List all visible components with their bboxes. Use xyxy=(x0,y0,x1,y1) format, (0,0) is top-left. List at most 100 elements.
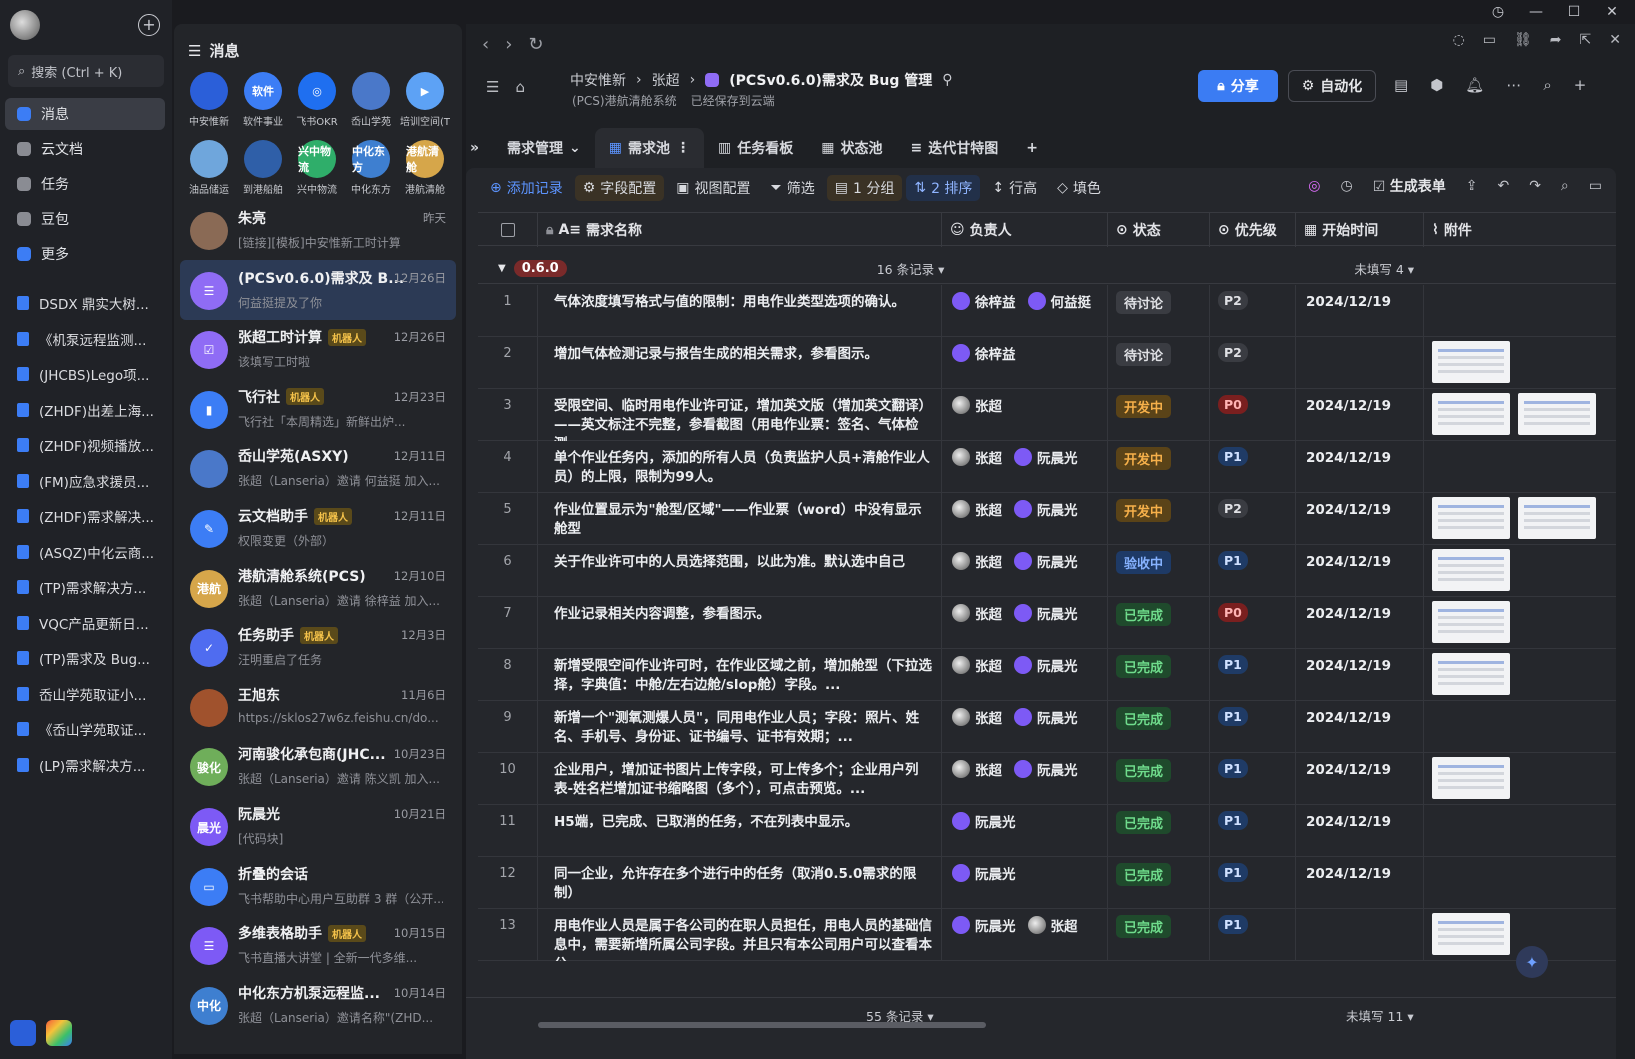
cell-priority[interactable]: P1 xyxy=(1210,753,1296,805)
conversation-item[interactable]: 晨光 阮晨光 10月21日 [代码块] xyxy=(180,796,456,856)
conversation-item[interactable]: ✓ 任务助手 机器人 12月3日 汪明重启了任务 xyxy=(180,617,456,677)
cell-attachment[interactable] xyxy=(1424,649,1616,701)
cell-start-date[interactable] xyxy=(1296,337,1424,389)
person-tag[interactable]: 张超 xyxy=(952,447,1002,467)
cell-start-date[interactable]: 2024/12/19 xyxy=(1296,857,1424,909)
person-tag[interactable]: 阮晨光 xyxy=(952,811,1016,831)
form-button[interactable]: ☑ 生成表单 xyxy=(1373,176,1446,196)
comment-icon[interactable]: ▭ xyxy=(1589,178,1602,194)
app-shortcut[interactable]: ▶ 培训空间(T xyxy=(398,72,452,128)
cell-start-date[interactable]: 2024/12/19 xyxy=(1296,389,1424,441)
app-icon[interactable] xyxy=(46,1020,72,1046)
comment-icon[interactable]: ◌ xyxy=(1453,32,1465,48)
horizontal-scrollbar[interactable] xyxy=(538,1022,986,1028)
cell-name[interactable]: 关于作业许可中的人员选择范围，以此为准。默认选中自己 xyxy=(538,545,942,597)
cell-priority[interactable]: P0 xyxy=(1210,597,1296,649)
cell-start-date[interactable]: 2024/12/19 xyxy=(1296,753,1424,805)
cell-owner[interactable]: 张超 阮晨光 xyxy=(942,545,1108,597)
conversation-item[interactable]: 岙山学苑(ASXY) 12月11日 张超（Lanseria）邀请 何益挺 加入.… xyxy=(180,438,456,498)
add-record-button[interactable]: ⊕ 添加记录 xyxy=(482,175,571,201)
cell-owner[interactable]: 张超 阮晨光 xyxy=(942,701,1108,753)
table-row[interactable]: 9 新增一个"测氧测爆人员"，同用电作业人员；字段：照片、姓名、手机号、身份证、… xyxy=(478,701,1616,753)
app-shortcut[interactable]: 岙山学苑 xyxy=(344,72,398,128)
cell-priority[interactable]: P1 xyxy=(1210,545,1296,597)
cell-name[interactable]: 同一企业，允许存在多个进行中的任务（取消0.5.0需求的限制） xyxy=(538,857,942,909)
cell-owner[interactable]: 张超 阮晨光 xyxy=(942,597,1108,649)
person-tag[interactable]: 阮晨光 xyxy=(1014,707,1078,727)
attachment-thumbnail[interactable] xyxy=(1432,757,1510,799)
cell-attachment[interactable] xyxy=(1424,285,1616,337)
table-row[interactable]: 4 单个作业任务内，添加的所有人员（负责监护人员+清舱作业人员）的上限，限制为9… xyxy=(478,441,1616,493)
cell-priority[interactable]: P1 xyxy=(1210,441,1296,493)
cell-name[interactable]: 用电作业人员是属于各公司的在职人员担任，用电人员的基础信息中，需要新增所属公司字… xyxy=(538,909,942,961)
cell-priority[interactable]: P1 xyxy=(1210,857,1296,909)
cell-owner[interactable]: 张超 阮晨光 xyxy=(942,753,1108,805)
conversation-item[interactable]: ☰ (PCSv0.6.0)需求及 B... 12月26日 何益挺提及了你 xyxy=(180,259,456,320)
cell-name[interactable]: 企业用户，增加证书图片上传字段，可上传多个；企业用户列表-姓名栏增加证书缩略图（… xyxy=(538,753,942,805)
cell-start-date[interactable]: 2024/12/19 xyxy=(1296,545,1424,597)
col-priority[interactable]: ⊙ 优先级 xyxy=(1210,213,1296,247)
doc-item[interactable]: (TP)需求及 Bug... xyxy=(5,643,165,673)
person-tag[interactable]: 阮晨光 xyxy=(1014,499,1078,519)
cell-owner[interactable]: 徐梓益 xyxy=(942,337,1108,389)
cell-start-date[interactable]: 2024/12/19 xyxy=(1296,649,1424,701)
cell-priority[interactable]: P2 xyxy=(1210,493,1296,545)
col-name[interactable]: 🔒︎ A≡ 需求名称 xyxy=(538,213,942,247)
nav-item[interactable]: 云文档 xyxy=(5,133,165,165)
nav-item[interactable]: 豆包 xyxy=(5,203,165,235)
person-tag[interactable]: 徐梓益 xyxy=(952,343,1016,363)
person-tag[interactable]: 张超 xyxy=(952,655,1002,675)
app-shortcut[interactable]: 油品储运 xyxy=(182,140,236,196)
cell-name[interactable]: 受限空间、临时用电作业许可证，增加英文版（增加英文翻译）——英文标注不完整，参看… xyxy=(538,389,942,441)
cell-status[interactable]: 待讨论 xyxy=(1108,337,1210,389)
conversation-item[interactable]: 港航 港航清舱系统(PCS) 12月10日 张超（Lanseria）邀请 徐梓益… xyxy=(180,558,456,618)
cell-attachment[interactable] xyxy=(1424,389,1616,441)
app-shortcut[interactable]: 中化东方 中化东方 xyxy=(344,140,398,196)
cell-start-date[interactable]: 2024/12/19 xyxy=(1296,805,1424,857)
attachment-thumbnail[interactable] xyxy=(1432,341,1510,383)
maximize-icon[interactable]: ☐ xyxy=(1565,4,1583,20)
cell-status[interactable]: 已完成 xyxy=(1108,753,1210,805)
col-start[interactable]: ▦ 开始时间 xyxy=(1296,213,1424,247)
cell-status[interactable]: 已完成 xyxy=(1108,909,1210,961)
sort-button[interactable]: ⇅ 2 排序 xyxy=(906,175,981,201)
conversation-item[interactable]: ▭ 折叠的会话 飞书帮助中心用户互助群 3 群（公开... xyxy=(180,856,456,916)
cell-owner[interactable]: 徐梓益 何益挺 xyxy=(942,285,1108,337)
table-row[interactable]: 13 用电作业人员是属于各公司的在职人员担任，用电人员的基础信息中，需要新增所属… xyxy=(478,909,1616,961)
app-shortcut[interactable]: ◎ 飞书OKR xyxy=(290,72,344,128)
person-tag[interactable]: 张超 xyxy=(952,551,1002,571)
forward-share-icon[interactable]: ➦ xyxy=(1550,32,1562,48)
refresh-icon[interactable]: ↻ xyxy=(528,34,543,55)
plugin-icon[interactable]: ⬢ xyxy=(1430,76,1443,94)
nav-item[interactable]: 消息 xyxy=(5,98,165,130)
tab-status[interactable]: ▦ 状态池 xyxy=(807,128,896,168)
cell-attachment[interactable] xyxy=(1424,597,1616,649)
minimize-icon[interactable]: — xyxy=(1527,4,1545,20)
doc-item[interactable]: (LP)需求解决方... xyxy=(5,750,165,780)
cell-status[interactable]: 已完成 xyxy=(1108,805,1210,857)
doc-item[interactable]: VQC产品更新日... xyxy=(5,608,165,638)
folder-link[interactable]: (PCS)港航清舱系统 xyxy=(572,92,677,109)
ai-icon[interactable]: ◎ xyxy=(1308,178,1320,194)
doc-item[interactable]: 岙山学苑取证小... xyxy=(5,679,165,709)
app-shortcut[interactable]: 到港船舶 xyxy=(236,140,290,196)
add-view-icon[interactable]: + xyxy=(1012,128,1052,168)
person-tag[interactable]: 徐梓益 xyxy=(952,291,1016,311)
cell-status[interactable]: 开发中 xyxy=(1108,389,1210,441)
redo-icon[interactable]: ↷ xyxy=(1529,178,1541,194)
cell-attachment[interactable] xyxy=(1424,545,1616,597)
cell-owner[interactable]: 张超 阮晨光 xyxy=(942,649,1108,701)
cell-owner[interactable]: 张超 xyxy=(942,389,1108,441)
caret-down-icon[interactable]: ▼ xyxy=(498,263,506,274)
cell-priority[interactable]: P1 xyxy=(1210,701,1296,753)
cell-name[interactable]: H5端，已完成、已取消的任务，不在列表中显示。 xyxy=(538,805,942,857)
cell-name[interactable]: 新增一个"测氧测爆人员"，同用电作业人员；字段：照片、姓名、手机号、身份证、证书… xyxy=(538,701,942,753)
person-tag[interactable]: 阮晨光 xyxy=(1014,655,1078,675)
filter-button[interactable]: ⏷ 筛选 xyxy=(763,175,823,201)
cell-name[interactable]: 增加气体检测记录与报告生成的相关需求，参看图示。 xyxy=(538,337,942,389)
attachment-thumbnail[interactable] xyxy=(1432,497,1510,539)
cell-priority[interactable]: P2 xyxy=(1210,285,1296,337)
collapse-icon[interactable]: » xyxy=(466,128,493,168)
group-header[interactable]: ▼ 0.6.0 16 条记录 ▾ 未填写 4 ▾ xyxy=(478,254,1616,284)
person-tag[interactable]: 张超 xyxy=(952,759,1002,779)
